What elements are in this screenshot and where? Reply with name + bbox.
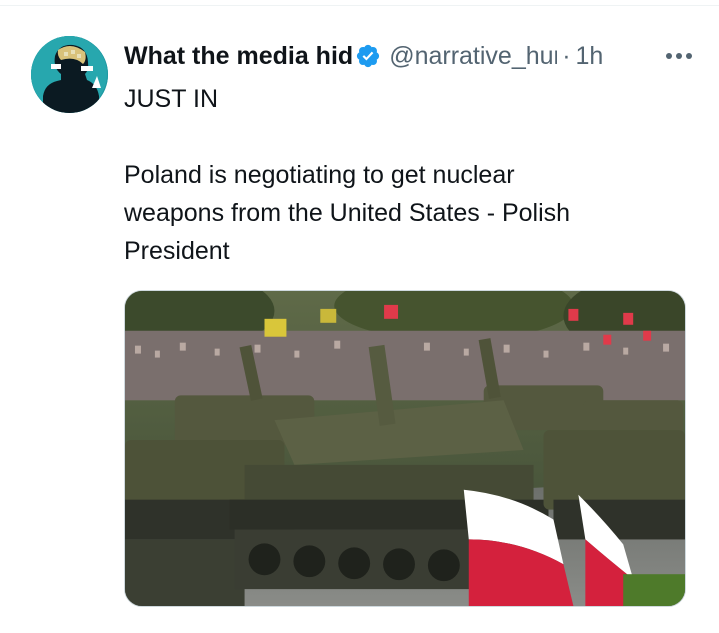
tweet-card[interactable]: What the media hid @narrative_hunter · 1… <box>0 0 719 633</box>
tweet-text-line: JUST IN <box>124 85 218 113</box>
tweet-text: JUST IN Poland is negotiating to get nuc… <box>124 80 684 270</box>
display-name[interactable]: What the media hid <box>124 42 353 71</box>
avatar[interactable] <box>31 36 108 113</box>
handle[interactable]: @narrative_hunter <box>389 42 557 71</box>
tweet-text-line: Poland is negotiating to get nuclear <box>124 161 515 189</box>
tweet-header: What the media hid @narrative_hunter · 1… <box>124 40 699 72</box>
tweet-media-image[interactable] <box>124 290 686 607</box>
tweet-text-line: weapons from the United States - Polish <box>124 199 571 227</box>
verified-badge-icon <box>357 44 380 68</box>
tank-parade-photo <box>125 291 685 606</box>
timestamp[interactable]: 1h <box>576 42 604 71</box>
avatar-image <box>31 36 108 113</box>
more-options-icon[interactable] <box>659 40 699 72</box>
separator-dot: · <box>562 41 571 70</box>
tweet-text-line: President <box>124 237 230 265</box>
